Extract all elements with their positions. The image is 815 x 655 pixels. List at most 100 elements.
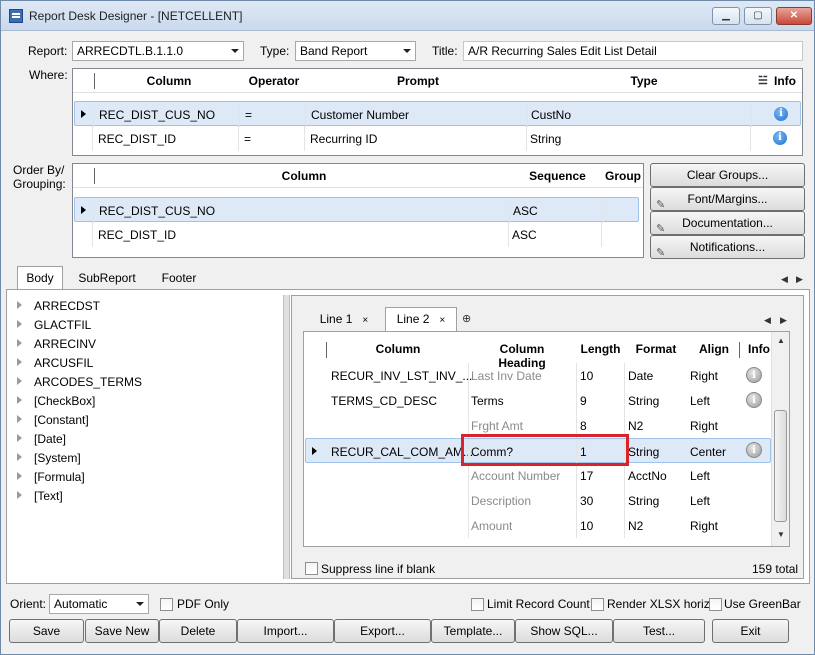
font-margins-label: Font/Margins... — [687, 192, 768, 206]
save-button[interactable]: Save — [9, 619, 84, 643]
import-button[interactable]: Import... — [237, 619, 334, 643]
add-tab-icon[interactable]: ⊕ — [462, 312, 471, 325]
where-row-operator: = — [245, 108, 253, 122]
tab-line-2[interactable]: Line 2 × — [385, 307, 457, 331]
line-row-length: 17 — [580, 469, 594, 483]
splitter[interactable] — [283, 295, 290, 579]
line-row[interactable]: Amount 10 N2 Right — [305, 513, 771, 538]
info-header: Info — [748, 342, 770, 356]
close-tab-icon[interactable]: × — [362, 315, 368, 326]
orderby-row-sequence: ASC — [513, 204, 538, 218]
font-margins-button[interactable]: ✎ Font/Margins... — [650, 187, 805, 211]
limit-record-count-checkbox[interactable] — [471, 598, 484, 611]
tree-item[interactable]: [Constant] — [17, 413, 89, 427]
orderby-row-sequence: ASC — [512, 228, 537, 242]
scroll-right-icon[interactable]: ▶ — [796, 274, 803, 285]
scroll-left-icon[interactable]: ◀ — [781, 274, 788, 285]
line-row-length: 10 — [580, 519, 594, 533]
close-window-button[interactable]: ✕ — [776, 7, 812, 25]
line-row-column: TERMS_CD_DESC — [331, 394, 438, 408]
expand-icon — [17, 320, 22, 328]
pdf-only-checkbox[interactable] — [160, 598, 173, 611]
type-select-value: Band Report — [300, 44, 368, 58]
show-sql-button[interactable]: Show SQL... — [515, 619, 613, 643]
line-row[interactable]: Description 30 String Left — [305, 488, 771, 513]
notifications-button[interactable]: ✎ Notifications... — [650, 235, 805, 259]
line-row[interactable]: Account Number 17 AcctNo Left — [305, 463, 771, 488]
report-select-value: ARRECDTL.B.1.1.0 — [77, 44, 184, 58]
tab-footer[interactable]: Footer — [151, 267, 207, 291]
tab-subreport[interactable]: SubReport — [71, 267, 143, 291]
vertical-scrollbar[interactable]: ▲ ▼ — [771, 332, 789, 546]
scroll-right-icon[interactable]: ▶ — [780, 315, 787, 326]
use-greenbar-checkbox[interactable] — [709, 598, 722, 611]
total-count: 159 total — [752, 562, 799, 576]
where-row-operator: = — [244, 132, 252, 146]
where-row[interactable]: REC_DIST_CUS_NO = Customer Number CustNo… — [74, 101, 801, 127]
template-button[interactable]: Template... — [431, 619, 515, 643]
line-row-format: AcctNo — [628, 469, 667, 483]
report-select[interactable]: ARRECDTL.B.1.1.0 — [72, 41, 244, 61]
where-row-prompt: Recurring ID — [310, 132, 378, 146]
title-input[interactable]: A/R Recurring Sales Edit List Detail — [463, 41, 803, 61]
orderby-row-column: REC_DIST_ID — [98, 228, 177, 242]
tab-body[interactable]: Body — [17, 266, 63, 290]
tree-item[interactable]: ARRECINV — [17, 337, 96, 351]
line-row-format: String — [628, 445, 660, 459]
orient-label: Orient: — [10, 597, 47, 611]
info-icon[interactable]: i — [774, 107, 788, 121]
scroll-left-icon[interactable]: ◀ — [764, 315, 771, 326]
line-row-align: Left — [690, 394, 711, 408]
tree-item[interactable]: [Date] — [17, 432, 66, 446]
where-row[interactable]: REC_DIST_ID = Recurring ID String i — [74, 126, 801, 151]
save-new-button[interactable]: Save New — [85, 619, 159, 643]
tree-item[interactable]: ARRECDST — [17, 299, 100, 313]
line-row-column: RECUR_INV_LST_INV_... — [331, 369, 473, 383]
tree-item[interactable]: [System] — [17, 451, 81, 465]
type-select[interactable]: Band Report — [295, 41, 416, 61]
tab-line-1[interactable]: Line 1 × — [308, 308, 380, 332]
orderby-grid-header: Column Sequence Group — [73, 164, 643, 188]
tree-item[interactable]: ARCODES_TERMS — [17, 375, 142, 389]
scroll-up-icon[interactable]: ▲ — [777, 336, 785, 345]
line-row-format: N2 — [628, 519, 644, 533]
line-row[interactable]: TERMS_CD_DESC Terms 9 String Left i — [305, 388, 771, 413]
info-icon[interactable]: i — [773, 131, 787, 145]
where-row-prompt: Customer Number — [311, 108, 410, 122]
where-row-type: CustNo — [531, 108, 572, 122]
orient-select[interactable]: Automatic — [49, 594, 149, 614]
info-icon[interactable]: i — [746, 442, 762, 458]
expand-icon — [17, 396, 22, 404]
orderby-label-line1: Order By/ — [13, 163, 65, 177]
tree-item[interactable]: [Text] — [17, 489, 63, 503]
export-button[interactable]: Export... — [334, 619, 431, 643]
info-icon[interactable]: i — [746, 367, 762, 383]
line-row[interactable]: RECUR_INV_LST_INV_... Last Inv Date 10 D… — [305, 363, 771, 388]
line-row-length: 9 — [580, 394, 587, 408]
minimize-button[interactable]: ▁ — [712, 7, 740, 25]
chevron-down-icon — [403, 49, 411, 53]
render-xlsx-checkbox[interactable] — [591, 598, 604, 611]
column-header: Column — [146, 74, 192, 88]
suppress-line-checkbox[interactable] — [305, 562, 318, 575]
tree-item[interactable]: [CheckBox] — [17, 394, 95, 408]
app-icon — [9, 9, 23, 23]
scroll-thumb[interactable] — [774, 410, 787, 522]
orderby-row[interactable]: REC_DIST_CUS_NO ASC — [74, 197, 639, 223]
clear-groups-button[interactable]: Clear Groups... — [650, 163, 805, 187]
close-tab-icon[interactable]: × — [439, 315, 445, 326]
orderby-grid: Column Sequence Group REC_DIST_CUS_NO AS… — [72, 163, 644, 258]
line-grid-header: Column Column Heading Length Format Alig… — [304, 332, 789, 370]
tree-item[interactable]: ARCUSFIL — [17, 356, 93, 370]
delete-button[interactable]: Delete — [159, 619, 237, 643]
test-button[interactable]: Test... — [613, 619, 705, 643]
exit-button[interactable]: Exit — [712, 619, 789, 643]
info-icon[interactable]: i — [746, 392, 762, 408]
scroll-down-icon[interactable]: ▼ — [777, 530, 785, 539]
length-header: Length — [580, 342, 621, 356]
orderby-row[interactable]: REC_DIST_ID ASC — [74, 222, 639, 247]
tree-item[interactable]: [Formula] — [17, 470, 85, 484]
documentation-button[interactable]: ✎ Documentation... — [650, 211, 805, 235]
tree-item[interactable]: GLACTFIL — [17, 318, 91, 332]
maximize-button[interactable]: ▢ — [744, 7, 772, 25]
